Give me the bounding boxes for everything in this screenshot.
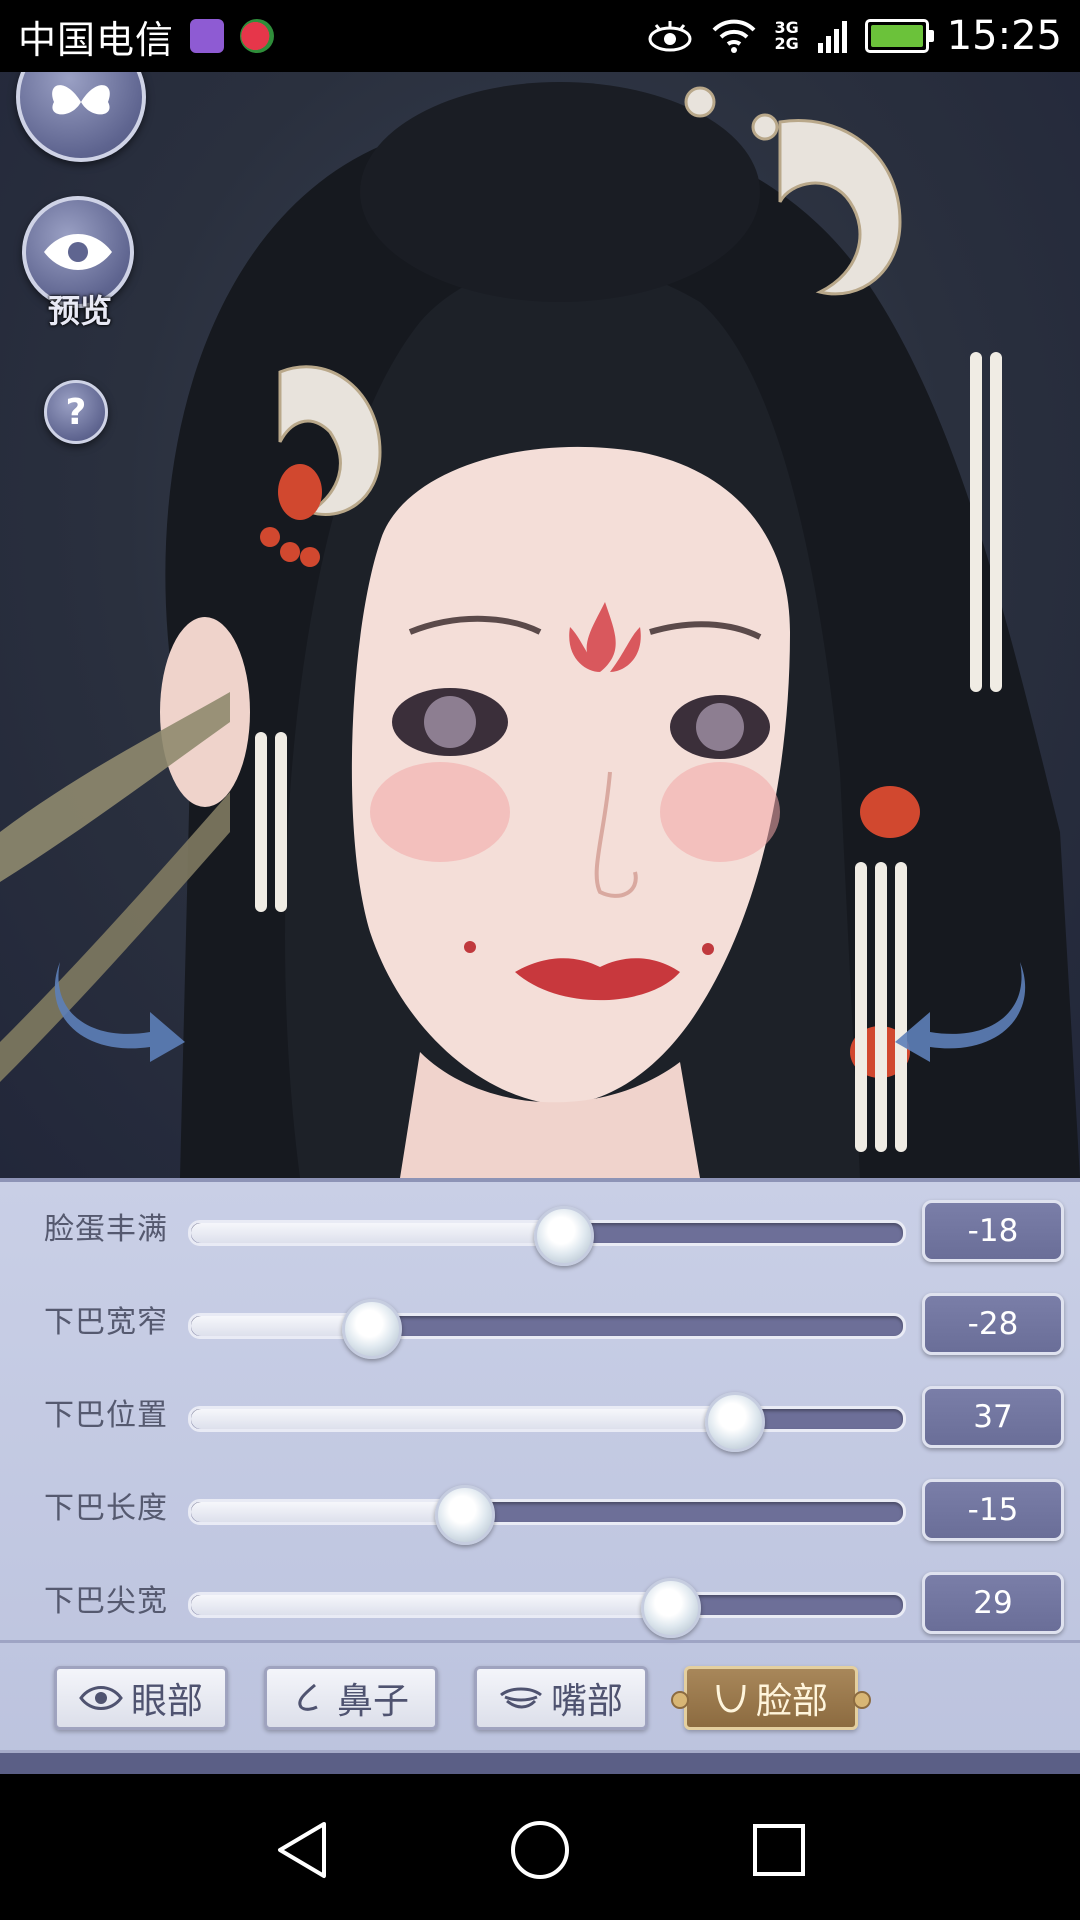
slider-track[interactable] xyxy=(188,1299,906,1359)
panel-divider xyxy=(0,1640,1080,1643)
battery-icon xyxy=(864,19,934,53)
back-icon[interactable] xyxy=(274,1820,330,1880)
face-icon xyxy=(716,1684,746,1713)
slider-row-cheek-fullness: 脸蛋丰满 -18 xyxy=(0,1194,1080,1266)
feature-tabs: 眼部 鼻子 嘴部 脸部 xyxy=(0,1660,1080,1750)
tab-nose[interactable]: 鼻子 xyxy=(264,1666,438,1730)
slider-row-chin-position: 下巴位置 37 xyxy=(0,1380,1080,1452)
tab-label: 脸部 xyxy=(755,1681,828,1722)
carrier-name: 中国电信 xyxy=(18,17,175,62)
slider-knob[interactable] xyxy=(434,1485,495,1545)
recents-icon[interactable] xyxy=(752,1823,806,1877)
slider-value[interactable]: -28 xyxy=(922,1293,1064,1355)
butterfly-icon xyxy=(52,85,110,115)
slider-value[interactable]: 29 xyxy=(922,1572,1064,1634)
slider-row-chin-tip-width: 下巴尖宽 29 xyxy=(0,1566,1080,1638)
eye-icon xyxy=(44,234,112,270)
mouth-icon xyxy=(500,1687,542,1709)
preview-label: 预览 xyxy=(47,292,112,330)
character-viewport[interactable]: 预览 ? xyxy=(0,72,1080,1178)
tab-label: 鼻子 xyxy=(336,1681,409,1722)
clock: 15:25 xyxy=(946,13,1062,59)
slider-fill xyxy=(191,1502,462,1522)
slider-row-chin-length: 下巴长度 -15 xyxy=(0,1473,1080,1545)
rotate-left-icon[interactable] xyxy=(50,952,190,1062)
face-adjust-panel: 脸蛋丰满 -18 下巴宽窄 -28 下巴位置 37 下巴长度 -15 下巴尖宽 xyxy=(0,1178,1080,1781)
slider-knob[interactable] xyxy=(705,1392,766,1452)
slider-knob[interactable] xyxy=(641,1578,702,1638)
slider-label: 下巴位置 xyxy=(44,1398,168,1433)
wifi-icon xyxy=(713,19,756,53)
slider-value[interactable]: 37 xyxy=(922,1386,1064,1448)
slider-label: 脸蛋丰满 xyxy=(44,1212,168,1247)
tab-label: 眼部 xyxy=(130,1681,203,1722)
eye-icon xyxy=(79,1686,123,1710)
eye-comfort-icon xyxy=(648,21,692,52)
gallery-notification-icon xyxy=(190,19,225,53)
navigation-bar xyxy=(0,1774,1080,1920)
network-type: 3G 2G xyxy=(774,20,798,52)
slider-fill xyxy=(191,1223,562,1243)
slider-label: 下巴长度 xyxy=(44,1491,168,1526)
slider-label: 下巴宽窄 xyxy=(44,1305,168,1340)
slider-knob[interactable] xyxy=(534,1206,595,1266)
app-notification-icon xyxy=(240,19,275,53)
slider-track[interactable] xyxy=(188,1485,906,1545)
tab-mouth[interactable]: 嘴部 xyxy=(474,1666,648,1730)
network-2g-label: 2G xyxy=(774,34,799,53)
signal-icon xyxy=(817,21,847,53)
nose-icon xyxy=(298,1683,318,1711)
slider-value[interactable]: -18 xyxy=(922,1200,1064,1262)
slider-track[interactable] xyxy=(188,1206,906,1266)
rotate-right-icon[interactable] xyxy=(890,952,1030,1062)
help-icon: ? xyxy=(65,391,87,433)
slider-track[interactable] xyxy=(188,1578,906,1638)
slider-fill xyxy=(191,1409,733,1429)
slider-value[interactable]: -15 xyxy=(922,1479,1064,1541)
tab-label: 嘴部 xyxy=(550,1681,623,1722)
tab-face[interactable]: 脸部 xyxy=(671,1666,871,1730)
home-icon[interactable] xyxy=(510,1820,570,1880)
slider-row-chin-width: 下巴宽窄 -28 xyxy=(0,1287,1080,1359)
slider-fill xyxy=(191,1595,669,1615)
slider-track[interactable] xyxy=(188,1392,906,1452)
tab-eyes[interactable]: 眼部 xyxy=(54,1666,228,1730)
help-button[interactable]: ? xyxy=(44,380,108,444)
slider-knob[interactable] xyxy=(342,1299,402,1359)
slider-label: 下巴尖宽 xyxy=(44,1584,168,1619)
status-bar: 中国电信 3G 2G 15:25 xyxy=(0,0,1080,72)
